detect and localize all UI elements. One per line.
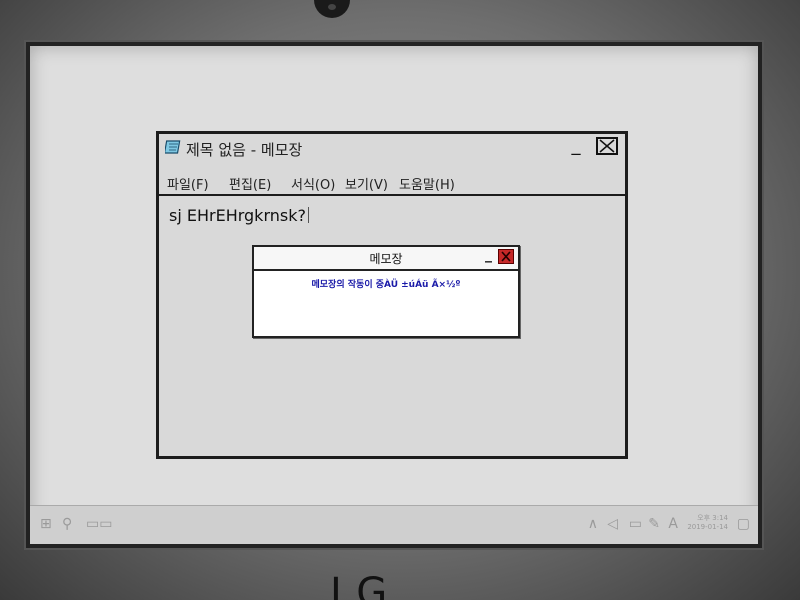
menu-help[interactable]: 도움말(H) xyxy=(399,174,455,193)
speaker-icon[interactable]: ◁ xyxy=(607,516,618,532)
taskbar: ⊞ ⚲ ▭▭ ∧ ◁ ▭ ✎ A 오후 3:14 2019-01-14 ▢ xyxy=(30,505,758,544)
network-icon[interactable]: ▭ xyxy=(629,516,642,532)
text-caret xyxy=(307,207,309,223)
error-dialog[interactable]: 메모장 _ 메모장의 작동이 중ÀÜ ±úÁü Ã×½º xyxy=(252,245,520,338)
notepad-menubar: 파일(F) 편집(E) 서식(O) 보기(V) 도움말(H) xyxy=(159,172,625,196)
minimize-icon[interactable]: _ xyxy=(567,137,585,157)
webcam xyxy=(314,0,350,18)
menu-view[interactable]: 보기(V) xyxy=(345,174,388,193)
clock-date: 2019-01-14 xyxy=(687,523,728,531)
notification-icon[interactable]: ▢ xyxy=(737,516,750,532)
notepad-text: sj EHrEHrgkrnsk? xyxy=(169,206,306,225)
pen-icon[interactable]: ✎ xyxy=(648,516,660,532)
notepad-text-area[interactable]: sj EHrEHrgkrnsk? xyxy=(169,206,617,228)
task-view-icon[interactable]: ▭▭ xyxy=(86,516,112,532)
windows-start-icon[interactable]: ⊞ xyxy=(40,516,52,532)
menu-format[interactable]: 서식(O) xyxy=(291,174,335,193)
ime-icon[interactable]: A xyxy=(668,516,678,532)
close-icon[interactable] xyxy=(596,137,618,155)
notepad-icon xyxy=(163,139,181,155)
dialog-close-icon[interactable] xyxy=(498,249,514,264)
search-icon[interactable]: ⚲ xyxy=(62,516,72,532)
clock-time: 오후 3:14 xyxy=(697,514,728,522)
menu-file[interactable]: 파일(F) xyxy=(167,174,209,193)
notepad-titlebar[interactable]: 제목 없음 - 메모장 _ xyxy=(159,134,625,164)
taskbar-clock[interactable]: 오후 3:14 2019-01-14 xyxy=(687,514,728,532)
notepad-title: 제목 없음 - 메모장 xyxy=(186,141,303,159)
brand-logo: LG xyxy=(330,570,392,600)
menu-edit[interactable]: 편집(E) xyxy=(229,174,271,193)
dialog-title: 메모장 xyxy=(369,252,403,266)
chevron-up-icon[interactable]: ∧ xyxy=(588,516,598,532)
dialog-minimize-icon[interactable]: _ xyxy=(485,247,492,263)
dialog-titlebar[interactable]: 메모장 _ xyxy=(254,247,518,271)
dialog-message: 메모장의 작동이 중ÀÜ ±úÁü Ã×½º xyxy=(311,280,461,290)
